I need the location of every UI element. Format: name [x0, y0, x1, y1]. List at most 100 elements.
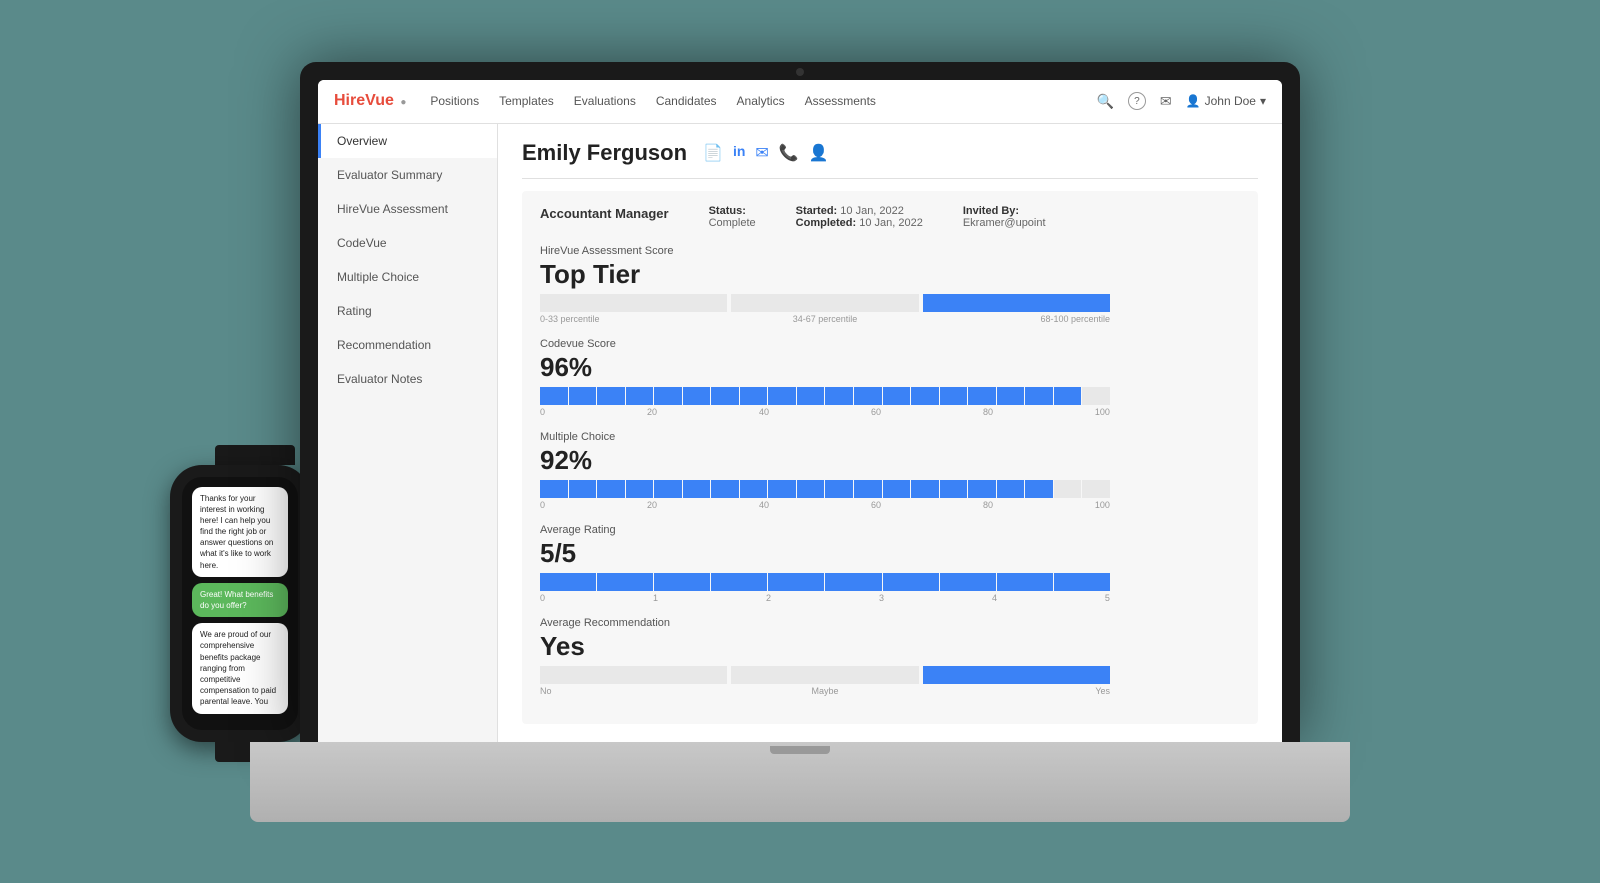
laptop-base: [250, 742, 1350, 822]
sidebar-item-evaluator-notes[interactable]: Evaluator Notes: [318, 362, 497, 396]
hirevue-score-label: HireVue Assessment Score: [540, 245, 1240, 257]
hirevue-score-value: Top Tier: [540, 259, 1240, 290]
laptop-screen: HireVue ● Positions Templates Evaluations C…: [300, 62, 1300, 742]
watch-screen: Thanks for your interest in working here…: [182, 477, 298, 730]
sidebar-item-codevue[interactable]: CodeVue: [318, 226, 497, 260]
sidebar-item-evaluator-summary[interactable]: Evaluator Summary: [318, 158, 497, 192]
rating-bar: [540, 573, 1110, 591]
nav-item-evaluations[interactable]: Evaluations: [574, 90, 636, 112]
chat-bubble-white: Thanks for your interest in working here…: [192, 487, 288, 577]
candidate-header: Emily Ferguson 📄 in ✉ 📞 👤: [522, 140, 1258, 179]
bar-segment: [911, 480, 939, 498]
bar-segment: [1082, 480, 1110, 498]
bar-segment: [569, 480, 597, 498]
nav-right: 🔍 ? ✉ 👤 John Doe ▾: [1096, 92, 1266, 110]
user-name: John Doe: [1205, 94, 1256, 108]
rating-bar-labels: 012345: [540, 593, 1110, 603]
document-icon[interactable]: 📄: [703, 143, 723, 163]
job-title-text: Accountant Manager: [540, 206, 669, 221]
completed-value: 10 Jan, 2022: [859, 217, 923, 229]
bar-segment: [883, 387, 911, 405]
tier-seg-3: [923, 294, 1110, 312]
content-area: Emily Ferguson 📄 in ✉ 📞 👤: [498, 124, 1282, 742]
bar-segment: [768, 387, 796, 405]
bar-segment: [940, 387, 968, 405]
linkedin-icon[interactable]: in: [733, 143, 745, 163]
tier-label-3: 68-100 percentile: [920, 314, 1110, 324]
mail-icon[interactable]: ✉: [1160, 93, 1172, 110]
tier-labels: 0-33 percentile 34-67 percentile 68-100 …: [540, 314, 1110, 324]
rating-score-row: Average Rating 5/5 012345: [540, 524, 1240, 603]
mc-bar-labels: 020406080100: [540, 500, 1110, 510]
search-icon[interactable]: 🔍: [1096, 93, 1113, 110]
nav-item-positions[interactable]: Positions: [430, 90, 479, 112]
job-title: Accountant Manager: [540, 205, 669, 229]
rec-bar: [540, 666, 1110, 684]
tier-seg-1: [540, 294, 727, 312]
nav-logo: HireVue ●: [334, 92, 406, 110]
main-layout: OverviewEvaluator SummaryHireVue Assessm…: [318, 124, 1282, 742]
bar-segment: [654, 480, 682, 498]
bar-segment: [540, 387, 568, 405]
user-icon: 👤: [1186, 94, 1201, 108]
bar-segment: [654, 573, 710, 591]
bar-segment: [740, 387, 768, 405]
sidebar-item-multiple-choice[interactable]: Multiple Choice: [318, 260, 497, 294]
hirevue-score-row: HireVue Assessment Score Top Tier 0-33 p…: [540, 245, 1240, 324]
bar-segment: [1025, 480, 1053, 498]
nav-item-analytics[interactable]: Analytics: [737, 90, 785, 112]
codevue-score-value: 96%: [540, 352, 1240, 383]
bar-segment: [883, 573, 939, 591]
bar-segment: [968, 387, 996, 405]
bar-segment: [1054, 573, 1110, 591]
bar-segment: [711, 480, 739, 498]
mc-score-label: Multiple Choice: [540, 431, 1240, 443]
mc-score-row: Multiple Choice 92% 020406080100: [540, 431, 1240, 510]
bar-segment: [825, 573, 881, 591]
help-icon[interactable]: ?: [1128, 92, 1146, 110]
bar-segment: [597, 480, 625, 498]
bar-segment: [997, 387, 1025, 405]
job-status: Status: Complete: [709, 205, 756, 229]
nav-item-assessments[interactable]: Assessments: [805, 90, 876, 112]
sidebar-item-hirevue-assessment[interactable]: HireVue Assessment: [318, 192, 497, 226]
candidate-name: Emily Ferguson: [522, 140, 687, 166]
bar-segment: [540, 480, 568, 498]
bar-segment: [940, 480, 968, 498]
status-row: Status: Complete: [709, 205, 756, 229]
rec-label-3: Yes: [920, 686, 1110, 696]
bar-segment: [825, 480, 853, 498]
bar-segment: [797, 387, 825, 405]
laptop-hinge: [770, 746, 830, 754]
bar-segment: [626, 387, 654, 405]
tier-seg-2: [731, 294, 918, 312]
phone-icon[interactable]: 📞: [779, 143, 799, 163]
bar-segment: [997, 573, 1053, 591]
bar-segment: [768, 480, 796, 498]
bar-segment: [711, 573, 767, 591]
laptop-wrapper: Thanks for your interest in working here…: [250, 62, 1350, 822]
chevron-down-icon: ▾: [1260, 94, 1266, 108]
profile-icon[interactable]: 👤: [809, 143, 829, 163]
status-value: Complete: [709, 217, 756, 229]
bar-segment: [540, 573, 596, 591]
nav-item-templates[interactable]: Templates: [499, 90, 554, 112]
chat-bubble-green: Great! What benefits do you offer?: [192, 583, 288, 617]
sidebar-item-overview[interactable]: Overview: [318, 124, 497, 158]
email-icon[interactable]: ✉: [755, 143, 768, 163]
sidebar-item-rating[interactable]: Rating: [318, 294, 497, 328]
started-row: Started: 10 Jan, 2022: [796, 205, 923, 217]
codevue-bar: [540, 387, 1110, 405]
bar-segment: [940, 573, 996, 591]
bar-segment: [968, 480, 996, 498]
bar-segment: [768, 573, 824, 591]
nav-user[interactable]: 👤 John Doe ▾: [1186, 94, 1266, 108]
bar-segment: [683, 387, 711, 405]
sidebar-item-recommendation[interactable]: Recommendation: [318, 328, 497, 362]
codevue-score-row: Codevue Score 96% 020406080100: [540, 338, 1240, 417]
codevue-bar-labels: 020406080100: [540, 407, 1110, 417]
rec-labels: No Maybe Yes: [540, 686, 1110, 696]
bar-segment: [854, 480, 882, 498]
nav-item-candidates[interactable]: Candidates: [656, 90, 717, 112]
bar-segment: [1082, 387, 1110, 405]
